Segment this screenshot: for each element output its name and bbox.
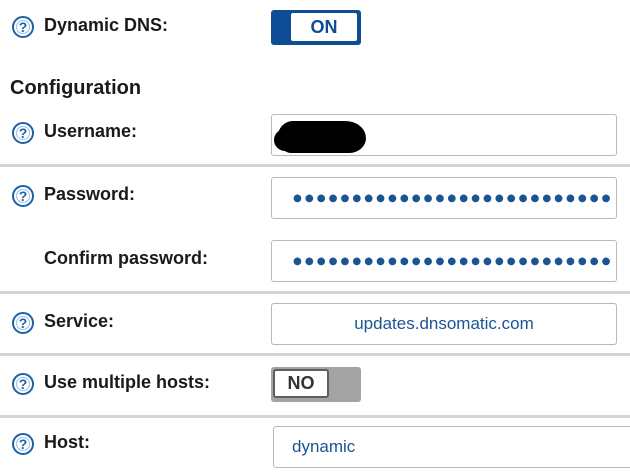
username-label: Username: [44, 121, 138, 141]
row-divider [0, 164, 630, 167]
service-value: updates.dnsomatic.com [354, 314, 534, 333]
help-icon[interactable] [12, 373, 34, 395]
help-icon[interactable] [12, 122, 34, 144]
password-label: Password: [44, 184, 136, 204]
row-divider [0, 415, 630, 418]
dynamic-dns-label: Dynamic DNS: [44, 15, 169, 35]
service-field[interactable]: updates.dnsomatic.com [271, 303, 617, 345]
host-field[interactable]: dynamic [273, 426, 630, 468]
host-value: dynamic [292, 437, 356, 456]
configuration-heading: Configuration [10, 77, 142, 99]
help-icon[interactable] [12, 16, 34, 38]
password-mask: ●●●●●●●●●●●●●●●●●●●●●●●●●●● [292, 187, 613, 208]
help-icon[interactable] [12, 185, 34, 207]
help-icon[interactable] [12, 433, 34, 455]
password-field[interactable]: ●●●●●●●●●●●●●●●●●●●●●●●●●●● [271, 177, 617, 219]
multiple-hosts-toggle[interactable]: NO [271, 367, 361, 402]
redacted-value-part [274, 129, 314, 151]
host-label: Host: [44, 432, 90, 452]
confirm-password-mask: ●●●●●●●●●●●●●●●●●●●●●●●●●●● [292, 250, 613, 271]
row-divider [0, 291, 630, 294]
confirm-password-label: Confirm password: [44, 248, 209, 268]
multiple-hosts-label: Use multiple hosts: [44, 372, 211, 392]
toggle-state-text: NO [273, 369, 329, 398]
confirm-password-field[interactable]: ●●●●●●●●●●●●●●●●●●●●●●●●●●● [271, 240, 617, 282]
toggle-state-text: ON [291, 13, 357, 41]
help-icon[interactable] [12, 312, 34, 334]
row-divider [0, 353, 630, 356]
dynamic-dns-toggle[interactable]: ON [271, 10, 361, 45]
username-field[interactable] [271, 114, 617, 156]
service-label: Service: [44, 311, 115, 331]
